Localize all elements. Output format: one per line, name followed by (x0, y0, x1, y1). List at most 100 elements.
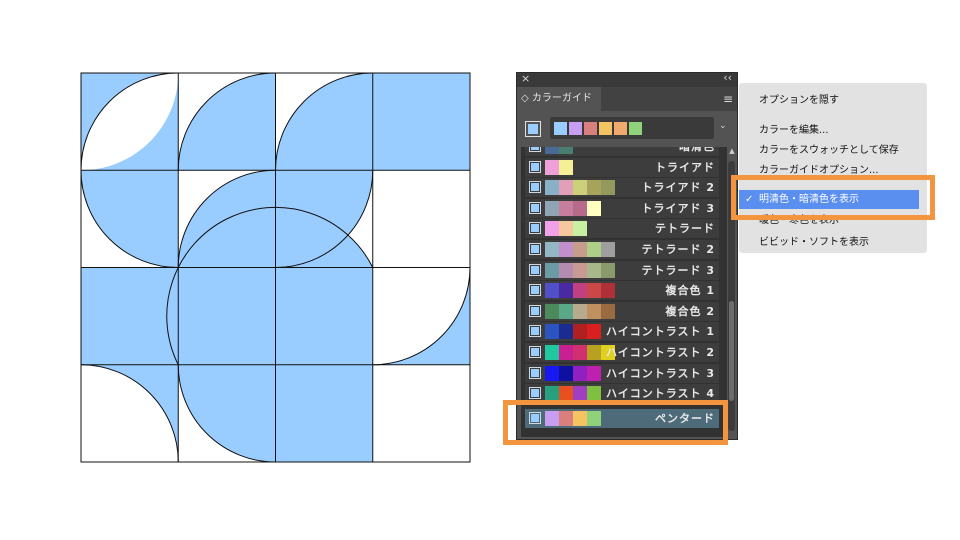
rule-color-swatch[interactable] (559, 159, 573, 175)
panel-menu-icon[interactable]: ≡ (723, 92, 733, 106)
rule-color-swatch[interactable] (573, 242, 587, 257)
harmony-color-swatch[interactable] (569, 122, 582, 135)
harmony-rule-row[interactable]: ハイコントラスト 2 (525, 343, 719, 362)
rule-color-swatch[interactable] (587, 242, 601, 257)
rule-name-label: テトラード (655, 222, 715, 236)
rule-color-swatch[interactable] (545, 345, 559, 360)
rule-color-swatch[interactable] (587, 200, 601, 216)
rule-color-swatch[interactable] (573, 200, 587, 216)
rule-name-label: テトラード 3 (641, 263, 715, 277)
collapse-icon[interactable]: ‹‹ (723, 71, 732, 84)
rule-color-swatch[interactable] (559, 200, 573, 216)
rule-color-swatch[interactable] (573, 303, 587, 319)
harmony-color-swatch[interactable] (614, 122, 627, 135)
rule-color-swatch[interactable] (587, 180, 601, 196)
close-icon[interactable]: × (521, 72, 530, 85)
rule-color-swatch[interactable] (559, 345, 573, 360)
scrollbar-thumb[interactable] (729, 301, 734, 401)
rule-base-swatch (529, 147, 541, 152)
rule-color-swatch[interactable] (559, 221, 573, 237)
rule-color-swatch[interactable] (587, 386, 601, 402)
rule-name-label: ハイコントラスト 2 (605, 346, 715, 359)
rule-base-swatch (529, 263, 541, 276)
rule-color-swatch[interactable] (545, 283, 559, 299)
rule-base-swatch (529, 181, 541, 194)
rule-color-swatch[interactable] (545, 324, 559, 340)
rule-color-swatch[interactable] (559, 262, 573, 278)
rule-color-swatch[interactable] (573, 262, 587, 278)
artwork-fill-shape (372, 73, 470, 171)
harmony-swatch-bar[interactable] (550, 117, 714, 139)
rule-color-swatch[interactable] (601, 180, 615, 196)
rule-color-swatch[interactable] (545, 221, 559, 237)
rule-color-swatch[interactable] (545, 242, 559, 257)
rule-color-swatch[interactable] (601, 262, 615, 278)
rule-color-swatch[interactable] (587, 345, 601, 360)
harmony-color-swatch[interactable] (629, 122, 642, 135)
rule-color-swatch[interactable] (587, 324, 601, 340)
base-color-swatch[interactable] (525, 121, 541, 137)
menu-item[interactable]: ビビッド・ソフトを表示 (759, 233, 869, 248)
rule-name-label: ハイコントラスト 1 (605, 325, 715, 339)
harmony-rule-row[interactable]: 複合色 2 (525, 301, 719, 321)
rule-color-swatch[interactable] (545, 159, 559, 175)
harmony-rule-row[interactable]: テトラード (525, 219, 719, 239)
harmony-rule-row[interactable]: 暗清色 (525, 147, 719, 156)
rule-color-swatch[interactable] (545, 200, 559, 216)
rule-color-swatch[interactable] (573, 365, 587, 381)
tab-label: カラーガイド (531, 93, 592, 104)
rule-color-swatch[interactable] (587, 262, 601, 278)
rule-color-swatch[interactable] (545, 365, 559, 381)
menu-item[interactable]: オプションを隠す (759, 91, 839, 106)
rule-base-swatch (529, 243, 541, 255)
panel-title-bar[interactable]: × ‹‹ (517, 71, 737, 87)
rule-color-swatch[interactable] (601, 303, 615, 319)
rule-color-swatch[interactable] (545, 180, 559, 196)
rule-color-swatch[interactable] (601, 283, 615, 299)
rule-color-swatch[interactable] (559, 147, 573, 154)
rule-color-swatch[interactable] (573, 386, 587, 402)
rule-color-swatch[interactable] (587, 283, 601, 299)
scroll-up-icon[interactable]: ▲ (727, 147, 737, 157)
rule-color-swatch[interactable] (545, 386, 559, 402)
harmony-rules-list: 暗清色トライアドトライアド 2 トライアド 3 テトラードテトラード 2 テトラード … (521, 147, 727, 437)
rule-color-swatch[interactable] (559, 386, 573, 402)
tab-color-guide[interactable]: ◇ カラーガイド (517, 87, 601, 111)
rule-color-swatch[interactable] (573, 345, 587, 360)
menu-item[interactable]: カラーガイドオプション... (759, 161, 879, 176)
rule-color-swatch[interactable] (587, 303, 601, 319)
chevron-down-icon[interactable]: ⌄ (719, 121, 727, 131)
rule-color-swatch[interactable] (559, 303, 573, 319)
harmony-rule-row[interactable]: テトラード 3 (525, 260, 719, 280)
menu-item[interactable]: カラーを編集... (759, 121, 829, 136)
rule-color-swatch[interactable] (545, 147, 559, 154)
rule-color-swatch[interactable] (559, 180, 573, 196)
menu-item[interactable]: カラーをスウォッチとして保存 (759, 141, 899, 156)
color-guide-panel: × ‹‹ ◇ カラーガイド ≡ ⌄ 暗清色トライアドトライアド 2 トライアド 3… (516, 71, 738, 440)
artwork-fill-shape (275, 73, 373, 171)
harmony-color-swatch[interactable] (599, 122, 612, 135)
rule-color-swatch[interactable] (545, 262, 559, 278)
rule-color-swatch[interactable] (601, 242, 615, 257)
harmony-color-swatch[interactable] (554, 122, 567, 135)
rule-base-swatch (529, 304, 541, 317)
rule-color-swatch[interactable] (545, 303, 559, 319)
rule-color-swatch[interactable] (559, 365, 573, 381)
rule-color-swatch[interactable] (573, 180, 587, 196)
harmony-rule-row[interactable]: テトラード 2 (525, 240, 719, 259)
rule-color-swatch[interactable] (559, 283, 573, 299)
rule-color-swatch[interactable] (573, 324, 587, 340)
harmony-rule-row[interactable]: トライアド 3 (525, 198, 719, 218)
harmony-rule-row[interactable]: トライアド 2 (525, 178, 719, 198)
harmony-rule-row[interactable]: ハイコントラスト 1 (525, 322, 719, 342)
rule-color-swatch[interactable] (559, 324, 573, 340)
rule-color-swatch[interactable] (587, 365, 601, 381)
rule-base-swatch (529, 160, 541, 173)
harmony-rule-row[interactable]: ハイコントラスト 3 (525, 363, 719, 383)
rule-color-swatch[interactable] (559, 242, 573, 257)
harmony-rule-row[interactable]: 複合色 1 (525, 281, 719, 301)
harmony-color-swatch[interactable] (584, 122, 597, 135)
rule-color-swatch[interactable] (573, 283, 587, 299)
rule-color-swatch[interactable] (573, 221, 587, 237)
harmony-rule-row[interactable]: トライアド (525, 157, 719, 177)
